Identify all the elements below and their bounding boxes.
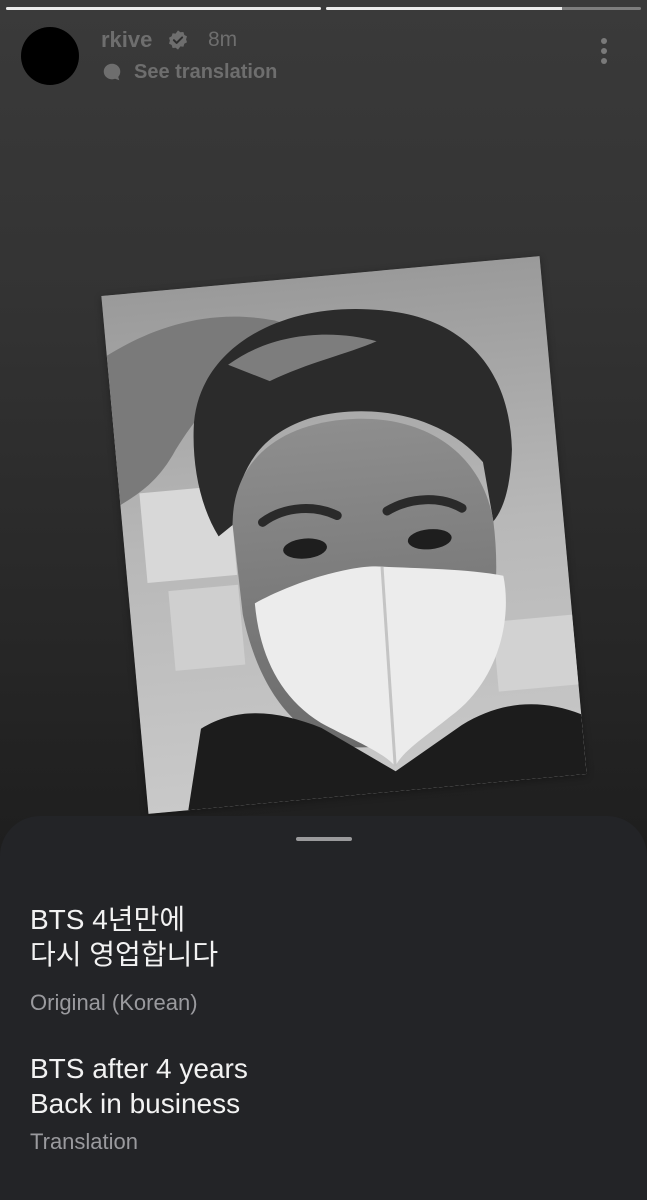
verified-badge-icon (169, 30, 187, 50)
translation-label: Translation (30, 1129, 139, 1154)
username[interactable]: rkive (101, 27, 152, 53)
sheet-drag-handle[interactable] (296, 837, 352, 841)
translation-text-line-2: Back in business (30, 1088, 241, 1119)
avatar[interactable] (21, 27, 79, 85)
progress-segment-1 (6, 7, 321, 10)
original-text-line-2: 다시 영업합니다 (30, 939, 219, 970)
translate-bubble-icon (103, 63, 121, 81)
story-photo-image (101, 256, 587, 814)
original-language-label: Original (Korean) (30, 990, 198, 1015)
translation-sheet: BTS 4년만에 다시 영업합니다 Original (Korean) BTS … (0, 816, 647, 1200)
more-options-icon[interactable] (596, 38, 612, 72)
story-progress (6, 7, 641, 10)
original-text-line-1: BTS 4년만에 (30, 904, 186, 935)
progress-segment-2 (326, 7, 641, 10)
post-time: 8m (208, 28, 238, 51)
story-screen: rkive 8m See translation BTS 4년만에 다시 영업합… (0, 0, 647, 1200)
translation-text-line-1: BTS after 4 years (30, 1053, 248, 1084)
see-translation-link[interactable]: See translation (134, 61, 277, 84)
story-photo (101, 256, 587, 814)
